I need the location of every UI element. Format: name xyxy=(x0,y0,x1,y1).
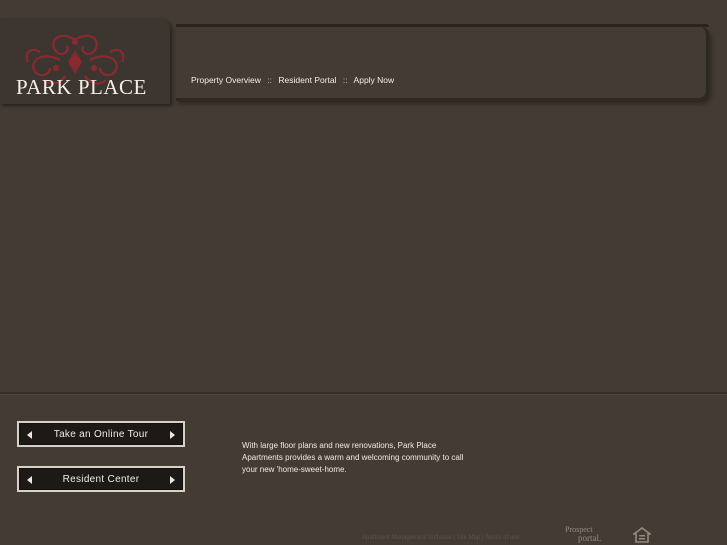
arrow-right-icon xyxy=(170,431,175,439)
nav-separator: :: xyxy=(342,75,348,85)
content-divider xyxy=(0,392,727,395)
nav-property-overview[interactable]: Property Overview xyxy=(191,75,261,85)
brand-name[interactable]: PARK PLACE xyxy=(16,75,166,100)
resident-center-button[interactable]: Resident Center xyxy=(17,466,185,492)
arrow-right-icon xyxy=(170,476,175,484)
logo-panel: PARK PLACE xyxy=(0,18,170,104)
nav-resident-portal[interactable]: Resident Portal xyxy=(278,75,336,85)
online-tour-label: Take an Online Tour xyxy=(53,428,149,440)
nav-panel xyxy=(176,24,709,101)
resident-center-label: Resident Center xyxy=(62,473,140,485)
prospect-logo-line2: portal. xyxy=(578,533,602,543)
arrow-left-icon xyxy=(27,476,32,484)
nav-apply-now[interactable]: Apply Now xyxy=(354,75,395,85)
main-nav: Property Overview :: Resident Portal :: … xyxy=(191,75,394,85)
prospect-portal-logo[interactable]: Prospect portal. xyxy=(565,526,613,544)
equal-housing-icon xyxy=(633,527,651,543)
footer-divider: | xyxy=(453,535,455,541)
footer-link-software[interactable]: Apartment Management Software xyxy=(362,535,452,541)
online-tour-button[interactable]: Take an Online Tour xyxy=(17,421,185,447)
footer-divider: | xyxy=(481,535,484,541)
nav-separator: :: xyxy=(267,75,273,85)
arrow-left-icon xyxy=(27,431,32,439)
footer-link-sitemap[interactable]: Site Map xyxy=(457,535,481,541)
footer-links: Apartment Management Software | Site Map… xyxy=(362,535,519,541)
property-description: With large floor plans and new renovatio… xyxy=(242,441,464,474)
footer-link-terms[interactable]: Terms of use xyxy=(485,535,519,541)
